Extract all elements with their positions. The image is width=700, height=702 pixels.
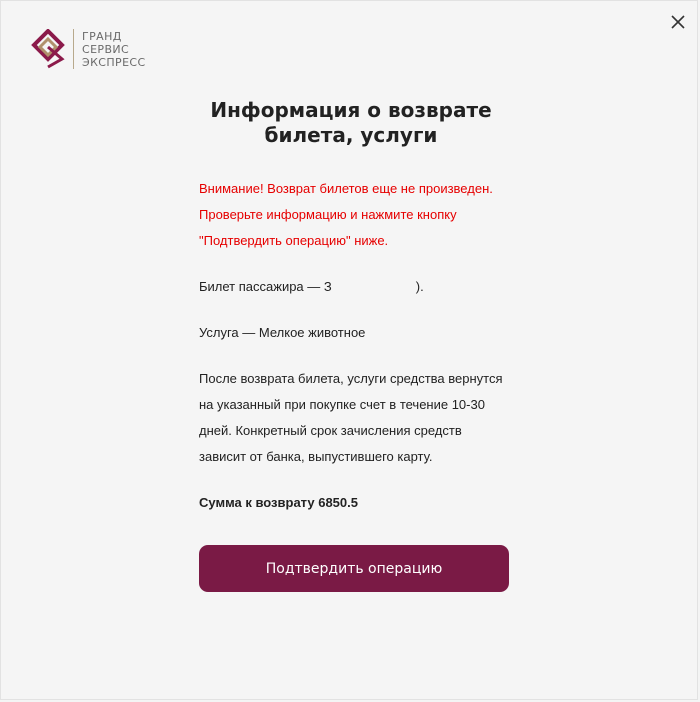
warning-line-1: Внимание! Возврат билетов еще не произве… [199,181,493,196]
close-icon [671,15,685,29]
title-line-2: билета, услуги [264,123,438,147]
refund-info: После возврата билета, услуги средства в… [199,371,503,464]
close-button[interactable] [667,11,689,33]
logo-line-2: СЕРВИС [82,42,130,56]
warning-line-3: "Подтвердить операцию" ниже. [199,233,389,248]
warning-line-2: Проверьте информацию и нажмите кнопку [199,207,457,222]
title-line-1: Информация о возврате [210,98,492,122]
ticket-label: Билет пассажира — З [199,279,332,294]
logo-text: ГРАНД СЕРВИС ЭКСПРЕСС [82,30,146,69]
brand-logo: ГРАНД СЕРВИС ЭКСПРЕСС [31,29,146,69]
page-title: Информация о возврате билета, услуги [1,98,700,148]
logo-line-3: ЭКСПРЕСС [82,55,146,69]
warning-message: Внимание! Возврат билетов еще не произве… [199,176,509,254]
brand-logo-icon [31,29,65,69]
service-info: Услуга — Мелкое животное [199,325,366,340]
logo-divider [73,29,74,69]
refund-sum: Сумма к возврату 6850.5 [199,495,358,510]
logo-line-1: ГРАНД [82,29,122,43]
confirm-operation-button[interactable]: Подтвердить операцию [199,545,509,592]
modal-content: Внимание! Возврат билетов еще не произве… [199,176,509,516]
ticket-suffix: ). [415,279,424,294]
return-info-modal: ГРАНД СЕРВИС ЭКСПРЕСС Информация о возвр… [0,0,698,700]
masked-passenger-name [331,280,416,295]
ticket-info: Билет пассажира — З). [199,274,509,300]
